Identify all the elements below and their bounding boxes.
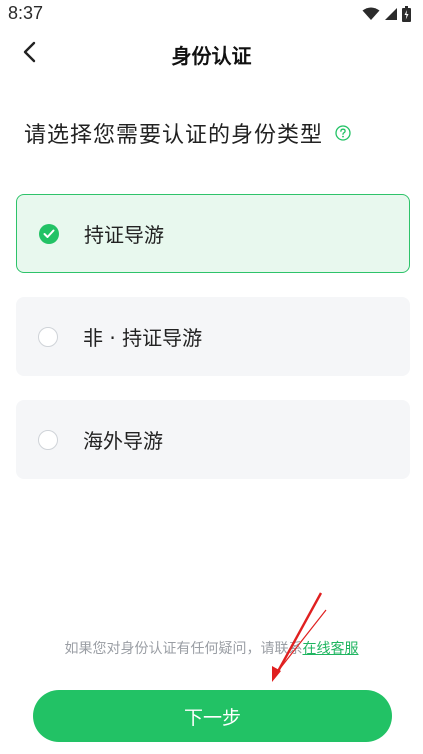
question-circle-icon[interactable] (335, 125, 351, 141)
option-unlicensed-guide[interactable]: 非 · 持证导游 (16, 297, 410, 376)
status-bar: 8:37 (0, 0, 423, 28)
option-overseas-guide[interactable]: 海外导游 (16, 400, 410, 479)
radio-unchecked-icon (38, 429, 58, 450)
contact-text: 如果您对身份认证有任何疑问，请联系 (64, 641, 303, 657)
option-licensed-guide[interactable]: 持证导游 (16, 194, 410, 273)
next-button[interactable]: 下一步 (33, 690, 392, 742)
question-row: 请选择您需要认证的身份类型 (24, 117, 351, 149)
radio-checked-icon (39, 223, 59, 244)
battery-icon (402, 6, 411, 22)
online-support-link[interactable]: 在线客服 (303, 641, 359, 657)
signal-icon (384, 7, 398, 21)
option-label: 海外导游 (83, 429, 163, 453)
option-label: 非 · 持证导游 (83, 326, 203, 350)
radio-unchecked-icon (38, 326, 58, 347)
contact-line: 如果您对身份认证有任何疑问，请联系在线客服 (0, 638, 423, 658)
nav-bar: 身份认证 (0, 32, 423, 76)
status-time: 8:37 (8, 3, 44, 23)
option-label: 持证导游 (84, 223, 164, 247)
status-icons (362, 4, 411, 24)
question-text: 请选择您需要认证的身份类型 (24, 123, 324, 148)
wifi-icon (362, 7, 380, 21)
page-title: 身份认证 (171, 44, 252, 68)
